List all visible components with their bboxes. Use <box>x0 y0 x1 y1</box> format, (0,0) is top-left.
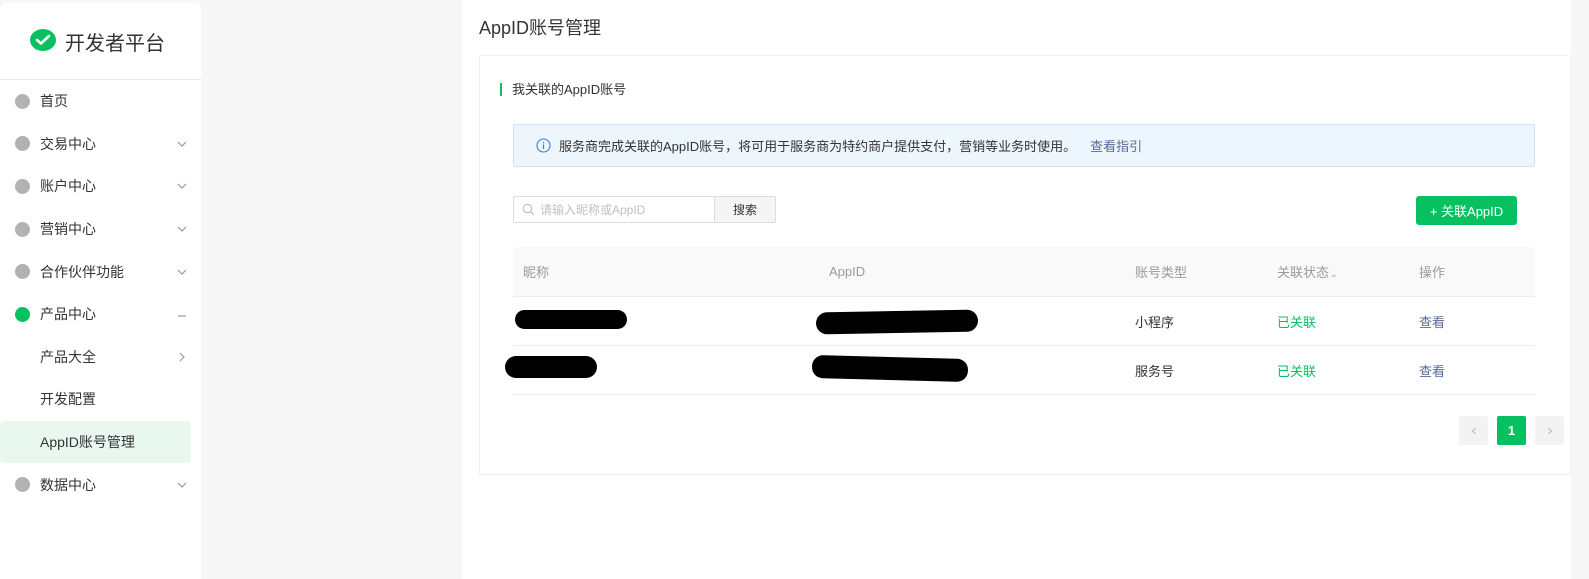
redacted-nickname <box>505 356 597 378</box>
sidebar-item-dev-config[interactable]: 开发配置 <box>0 378 201 421</box>
data-dot-icon <box>15 477 30 493</box>
right-gutter <box>1571 0 1589 579</box>
header-link-status-label: 关联状态 <box>1277 265 1330 280</box>
background-gap <box>201 0 462 579</box>
home-dot-icon <box>15 93 30 109</box>
sidebar-item-label: 数据中心 <box>40 476 96 493</box>
partner-dot-icon <box>15 264 30 280</box>
filter-chevron-icon: ⌄ <box>1330 269 1338 279</box>
search-button[interactable]: 搜索 <box>714 196 776 223</box>
table-header: 昵称 AppID 账号类型 关联状态⌄ 操作 <box>513 247 1535 297</box>
account-dot-icon <box>15 178 30 194</box>
status-badge: 已关联 <box>1277 314 1317 330</box>
status-badge: 已关联 <box>1277 363 1317 379</box>
sidebar-item-product-all[interactable]: 产品大全 <box>0 336 201 379</box>
sidebar-item-label: 合作伙伴功能 <box>40 263 124 280</box>
next-page-button[interactable] <box>1535 416 1564 445</box>
main-content: AppID账号管理 我关联的AppID账号 服务商完成关联的AppID账号，将可… <box>462 0 1589 579</box>
info-icon <box>536 138 551 153</box>
search-input-wrapper <box>513 196 715 223</box>
sidebar-item-appid-management[interactable]: AppID账号管理 <box>0 420 191 464</box>
section-title: 我关联的AppID账号 <box>500 83 626 96</box>
product-dot-icon <box>15 306 30 322</box>
sidebar-item-partner[interactable]: 合作伙伴功能 <box>0 250 201 293</box>
chevron-down-icon <box>177 141 187 147</box>
sidebar-item-label: 首页 <box>40 93 68 110</box>
sidebar-item-label: 产品大全 <box>40 348 96 365</box>
search-icon <box>522 203 535 216</box>
sidebar-item-label: AppID账号管理 <box>40 434 135 451</box>
chevron-right-icon <box>179 352 185 362</box>
sidebar-item-label: 交易中心 <box>40 135 96 152</box>
marketing-dot-icon <box>15 221 30 237</box>
sidebar-item-trade[interactable]: 交易中心 <box>0 123 201 166</box>
sidebar-item-label: 产品中心 <box>40 306 96 323</box>
view-link[interactable]: 查看 <box>1419 361 1445 380</box>
chevron-down-icon <box>177 482 187 488</box>
table-row: 小程序 已关联 查看 <box>513 297 1535 346</box>
chevron-down-icon <box>177 269 187 275</box>
header-action: 操作 <box>1419 265 1446 280</box>
trade-dot-icon <box>15 136 30 152</box>
chevron-down-icon <box>177 226 187 232</box>
page-title: AppID账号管理 <box>479 18 602 38</box>
account-type: 服务号 <box>1135 363 1175 379</box>
redacted-nickname <box>515 310 627 329</box>
sidebar-item-marketing[interactable]: 营销中心 <box>0 208 201 251</box>
header-nickname: 昵称 <box>523 265 550 280</box>
sidebar-item-label: 营销中心 <box>40 221 96 238</box>
chevron-right-icon <box>1547 427 1552 434</box>
page-1-button[interactable]: 1 <box>1497 416 1526 445</box>
sidebar-nav: 首页 交易中心 账户中心 营销中心 合作伙伴功能 产品中心 产品大全 开发配置 … <box>0 80 201 506</box>
notice-text: 服务商完成关联的AppID账号，将可用于服务商为特约商户提供支付，营销等业务时使… <box>559 139 1077 154</box>
sidebar-item-label: 开发配置 <box>40 391 96 408</box>
search-input[interactable] <box>540 202 710 217</box>
sidebar-item-label: 账户中心 <box>40 178 96 195</box>
account-type: 小程序 <box>1135 314 1175 330</box>
header-account-type: 账号类型 <box>1135 265 1188 280</box>
wechat-pay-logo-icon <box>30 29 56 51</box>
collapse-icon <box>178 315 186 317</box>
prev-page-button[interactable] <box>1459 416 1488 445</box>
redacted-appid <box>811 354 969 383</box>
chevron-left-icon <box>1471 427 1476 434</box>
redacted-appid <box>815 309 979 335</box>
view-guide-link[interactable]: 查看指引 <box>1090 136 1142 155</box>
sidebar-item-product[interactable]: 产品中心 <box>0 293 201 336</box>
sidebar-item-home[interactable]: 首页 <box>0 80 201 123</box>
sidebar-item-data[interactable]: 数据中心 <box>0 463 201 506</box>
chevron-down-icon <box>177 184 187 190</box>
brand-header: 开发者平台 <box>0 3 201 80</box>
appid-table: 昵称 AppID 账号类型 关联状态⌄ 操作 小程序 已关联 查看 服务号 已关… <box>505 247 1535 395</box>
table-row: 服务号 已关联 查看 <box>505 346 1535 395</box>
pagination: 1 <box>1459 416 1564 445</box>
brand-title: 开发者平台 <box>65 32 165 55</box>
appid-card: 我关联的AppID账号 服务商完成关联的AppID账号，将可用于服务商为特约商户… <box>479 55 1571 475</box>
header-link-status[interactable]: 关联状态⌄ <box>1277 262 1338 281</box>
header-appid: AppID <box>829 264 866 279</box>
sidebar: 开发者平台 首页 交易中心 账户中心 营销中心 合作伙伴功能 产品中心 产品大全… <box>0 3 201 579</box>
view-link[interactable]: 查看 <box>1419 312 1445 331</box>
info-notice: 服务商完成关联的AppID账号，将可用于服务商为特约商户提供支付，营销等业务时使… <box>513 124 1535 167</box>
sidebar-item-account[interactable]: 账户中心 <box>0 165 201 208</box>
link-appid-button[interactable]: + 关联AppID <box>1416 196 1517 225</box>
